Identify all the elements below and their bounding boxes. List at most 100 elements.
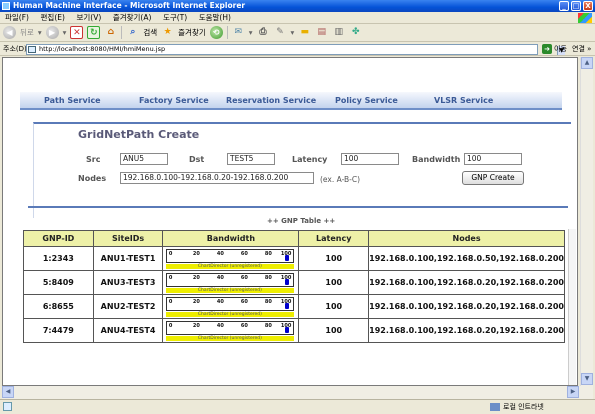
- scroll-right-icon[interactable]: ▶: [567, 386, 579, 398]
- nav-policy-service[interactable]: Policy Service: [335, 92, 398, 110]
- favorites-button-label[interactable]: 즐겨찾기: [178, 27, 206, 38]
- gauge-tick-label: 40: [216, 298, 224, 305]
- col-latency: Latency: [298, 230, 370, 247]
- gauge-tick-label: 20: [192, 250, 200, 257]
- bandwidth-input[interactable]: 100: [464, 153, 522, 165]
- menu-file[interactable]: 파일(F): [5, 13, 29, 22]
- col-site-ids: SiteIDs: [92, 230, 164, 247]
- go-arrow-icon[interactable]: ➜: [542, 44, 552, 54]
- page-icon: [28, 46, 36, 53]
- src-label: Src: [86, 155, 101, 164]
- cell-gnp-id: 7:4479: [23, 318, 94, 343]
- cell-gnp-id: 6:8655: [23, 294, 94, 319]
- nodes-label: Nodes: [78, 174, 107, 183]
- mail-dropdown-icon[interactable]: ▾: [249, 28, 253, 37]
- favorites-star-icon[interactable]: ★: [161, 26, 174, 39]
- cell-bandwidth-gauge: 0 20 40 60 80 100 ChartDirector (unregistered): [162, 294, 300, 319]
- discuss-icon[interactable]: ✤: [349, 26, 362, 39]
- refresh-icon[interactable]: ↻: [87, 26, 101, 39]
- back-button-label[interactable]: 뒤로: [20, 27, 34, 38]
- col-bandwidth: Bandwidth: [162, 230, 300, 247]
- close-button[interactable]: X: [583, 1, 593, 11]
- table-row: 5:8409 ANU3-TEST3 0 20 40 60 80 100 ChartDirec…: [23, 270, 565, 295]
- scroll-down-icon[interactable]: ▼: [581, 373, 593, 385]
- folder-icon[interactable]: ▬: [298, 26, 311, 39]
- gauge-tick-label: 0: [168, 298, 173, 305]
- menu-view[interactable]: 보기(V): [76, 13, 101, 22]
- nav-reservation-service[interactable]: Reservation Service: [226, 92, 316, 110]
- col-gnp-id: GNP-ID: [23, 230, 94, 247]
- mail-icon[interactable]: ✉: [232, 26, 245, 39]
- src-input[interactable]: ANU5: [120, 153, 168, 165]
- gauge-tick-label: 60: [240, 274, 248, 281]
- cell-nodes: 192.168.0.100,192.168.0.20,192.168.0.200: [368, 294, 565, 319]
- research-icon[interactable]: ▤: [315, 26, 328, 39]
- maximize-button[interactable]: □: [571, 1, 581, 11]
- cell-bandwidth-gauge: 0 20 40 60 80 100 ChartDirector (unregistered): [162, 318, 300, 343]
- edit-dropdown-icon[interactable]: ▾: [291, 28, 295, 37]
- intranet-zone-icon: [490, 403, 500, 411]
- windows-logo-icon: [578, 13, 592, 23]
- window-titlebar: Human Machine Interface - Microsoft Inte…: [0, 0, 595, 12]
- gauge-footer: ChartDirector (unregistered): [165, 263, 294, 269]
- dst-input[interactable]: TEST5: [227, 153, 275, 165]
- links-label[interactable]: 연결 »: [572, 42, 591, 56]
- go-button-label[interactable]: 이동: [554, 42, 567, 56]
- gauge-tick-label: 80: [264, 322, 272, 329]
- horizontal-scrollbar[interactable]: ◀ ▶: [2, 386, 593, 399]
- table-row: 6:8655 ANU2-TEST2 0 20 40 60 80 100 ChartDirec…: [23, 294, 565, 319]
- service-nav-bar: Path Service Factory Service Reservation…: [20, 92, 562, 110]
- vertical-scrollbar[interactable]: ▲ ▼: [580, 57, 593, 386]
- history-icon[interactable]: ⟲: [209, 26, 223, 39]
- cell-latency: 100: [298, 270, 370, 295]
- gnp-create-button[interactable]: GNP Create: [462, 171, 524, 185]
- gauge-tick-label: 60: [240, 250, 248, 257]
- page-status-icon: [3, 402, 12, 411]
- back-dropdown-icon[interactable]: ▾: [38, 28, 42, 37]
- scroll-left-icon[interactable]: ◀: [2, 386, 14, 398]
- gauge-tick-label: 40: [216, 274, 224, 281]
- nav-factory-service[interactable]: Factory Service: [139, 92, 209, 110]
- minimize-button[interactable]: _: [559, 1, 569, 11]
- address-input[interactable]: http://localhost:8080/HMI/hmiMenu.jsp ▼: [26, 44, 565, 55]
- table-row: 7:4479 ANU4-TEST4 0 20 40 60 80 100 ChartDirec…: [23, 318, 565, 343]
- menu-tools[interactable]: 도구(T): [163, 13, 187, 22]
- status-bar: 로컬 인트라넷: [0, 399, 595, 414]
- zone-label: 로컬 인트라넷: [503, 403, 544, 411]
- forward-arrow-icon[interactable]: ▶: [45, 26, 59, 39]
- col-nodes: Nodes: [368, 230, 565, 247]
- gnp-table: GNP-ID SiteIDs Bandwidth Latency Nodes 1…: [23, 230, 565, 343]
- menu-edit[interactable]: 편집(E): [41, 13, 65, 22]
- nav-path-service[interactable]: Path Service: [44, 92, 101, 110]
- search-icon[interactable]: ⌕: [126, 26, 139, 39]
- search-button-label[interactable]: 검색: [143, 27, 157, 38]
- print-icon[interactable]: ⎙: [257, 26, 270, 39]
- gauge-tick-label: 20: [192, 274, 200, 281]
- messenger-icon[interactable]: ▥: [332, 26, 345, 39]
- section-divider: [28, 206, 568, 208]
- scroll-up-icon[interactable]: ▲: [581, 57, 593, 69]
- gauge-tick-label: 60: [240, 322, 248, 329]
- cell-bandwidth-gauge: 0 20 40 60 80 100 ChartDirector (unregistered): [162, 246, 300, 271]
- gauge-pointer: [284, 278, 289, 285]
- nav-vlsr-service[interactable]: VLSR Service: [434, 92, 493, 110]
- latency-input[interactable]: 100: [341, 153, 399, 165]
- table-scrollbar[interactable]: [568, 229, 576, 385]
- bandwidth-gauge: 0 20 40 60 80 100 ChartDirector (unregistered): [165, 272, 296, 293]
- back-arrow-icon[interactable]: ◀: [3, 26, 16, 39]
- cell-nodes: 192.168.0.100,192.168.0.50,192.168.0.200: [368, 246, 565, 271]
- toolbar: ◀ 뒤로 ▾ ▶ ▾ ✕ ↻ ⌂ ⌕ 검색 ★ 즐겨찾기 ⟲ ✉ ▾ ⎙ ✎ ▾…: [0, 24, 595, 42]
- cell-latency: 100: [298, 246, 370, 271]
- create-title: GridNetPath Create: [78, 128, 200, 141]
- nodes-input[interactable]: 192.168.0.100-192.168.0.20-192.168.0.200: [120, 172, 314, 184]
- gauge-scale: 0 20 40 60 80 100: [165, 320, 294, 335]
- menu-favorites[interactable]: 즐겨찾기(A): [113, 13, 152, 22]
- forward-dropdown-icon[interactable]: ▾: [63, 28, 67, 37]
- edit-icon[interactable]: ✎: [274, 26, 287, 39]
- ie-app-icon: [2, 2, 10, 10]
- cell-gnp-id: 5:8409: [23, 270, 94, 295]
- menu-help[interactable]: 도움말(H): [199, 13, 231, 22]
- window-title: Human Machine Interface - Microsoft Inte…: [13, 1, 246, 10]
- home-icon[interactable]: ⌂: [104, 26, 117, 39]
- stop-icon[interactable]: ✕: [70, 26, 84, 39]
